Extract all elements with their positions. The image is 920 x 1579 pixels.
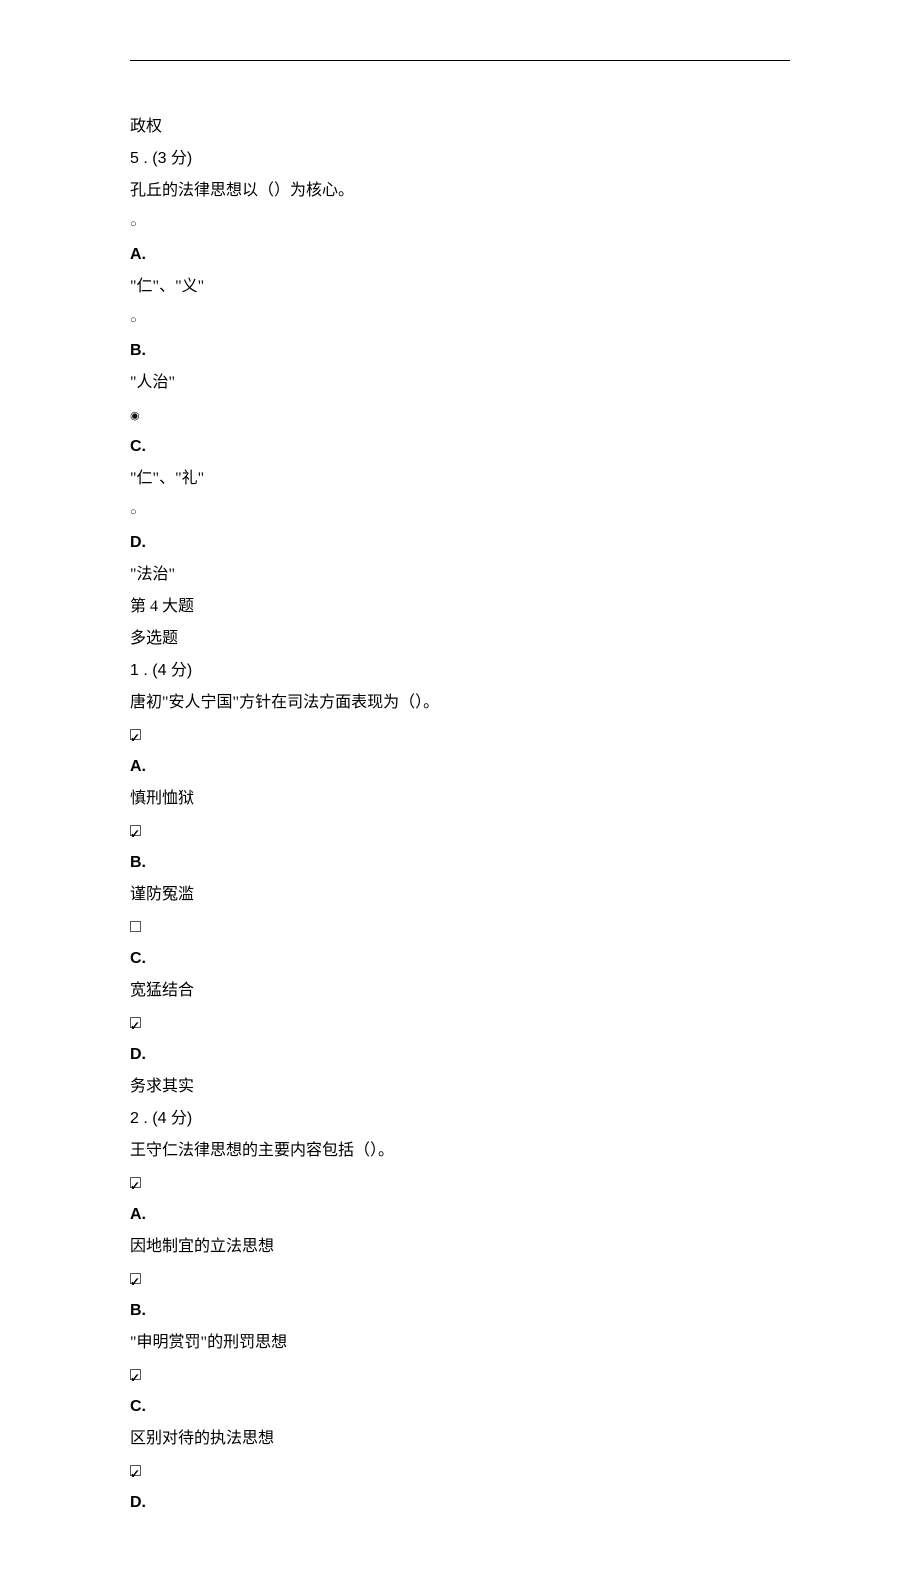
m1-checkbox-d[interactable] bbox=[130, 1017, 141, 1028]
m2-checkbox-d[interactable] bbox=[130, 1465, 141, 1476]
m1-b-label: B. bbox=[130, 847, 790, 879]
top-rule bbox=[130, 60, 790, 61]
q5-radio-b[interactable] bbox=[130, 306, 137, 335]
q5-a-label: A. bbox=[130, 239, 790, 271]
q5-b-text: "人治" bbox=[130, 367, 790, 399]
m1-stem: 唐初"安人宁国"方针在司法方面表现为（）。 bbox=[130, 687, 790, 719]
m2-checkbox-b[interactable] bbox=[130, 1273, 141, 1284]
q5-b-label: B. bbox=[130, 335, 790, 367]
page: 政权 5 . (3 分) 孔丘的法律思想以（）为核心。 A. "仁"、"义" B… bbox=[0, 0, 920, 1579]
m1-c-text: 宽猛结合 bbox=[130, 975, 790, 1007]
m2-a-label: A. bbox=[130, 1199, 790, 1231]
m2-b-text: "申明赏罚"的刑罚思想 bbox=[130, 1327, 790, 1359]
m1-header: 1 . (4 分) bbox=[130, 655, 790, 687]
q5-c-text: "仁"、"礼" bbox=[130, 463, 790, 495]
q5-header: 5 . (3 分) bbox=[130, 143, 790, 175]
q5-d-text: "法治" bbox=[130, 559, 790, 591]
m2-checkbox-a[interactable] bbox=[130, 1177, 141, 1188]
section4-subtitle: 多选题 bbox=[130, 623, 790, 655]
q5-stem: 孔丘的法律思想以（）为核心。 bbox=[130, 175, 790, 207]
q5-radio-d[interactable] bbox=[130, 498, 137, 527]
m2-a-text: 因地制宜的立法思想 bbox=[130, 1231, 790, 1263]
m1-checkbox-a[interactable] bbox=[130, 729, 141, 740]
m1-d-label: D. bbox=[130, 1039, 790, 1071]
m2-checkbox-c[interactable] bbox=[130, 1369, 141, 1380]
q5-d-label: D. bbox=[130, 527, 790, 559]
m1-checkbox-b[interactable] bbox=[130, 825, 141, 836]
m1-a-label: A. bbox=[130, 751, 790, 783]
m2-c-text: 区别对待的执法思想 bbox=[130, 1423, 790, 1455]
m1-b-text: 谨防冤滥 bbox=[130, 879, 790, 911]
m2-b-label: B. bbox=[130, 1295, 790, 1327]
q5-c-label: C. bbox=[130, 431, 790, 463]
q5-radio-c[interactable] bbox=[130, 402, 140, 431]
m1-checkbox-c[interactable] bbox=[130, 921, 141, 932]
m2-stem: 王守仁法律思想的主要内容包括（）。 bbox=[130, 1135, 790, 1167]
m2-header: 2 . (4 分) bbox=[130, 1103, 790, 1135]
q5-a-text: "仁"、"义" bbox=[130, 271, 790, 303]
section4-title: 第 4 大题 bbox=[130, 591, 790, 623]
m1-d-text: 务求其实 bbox=[130, 1071, 790, 1103]
q5-radio-a[interactable] bbox=[130, 210, 137, 239]
q4-carry-text: 政权 bbox=[130, 111, 790, 143]
m2-d-label: D. bbox=[130, 1487, 790, 1519]
m1-c-label: C. bbox=[130, 943, 790, 975]
m1-a-text: 慎刑恤狱 bbox=[130, 783, 790, 815]
m2-c-label: C. bbox=[130, 1391, 790, 1423]
